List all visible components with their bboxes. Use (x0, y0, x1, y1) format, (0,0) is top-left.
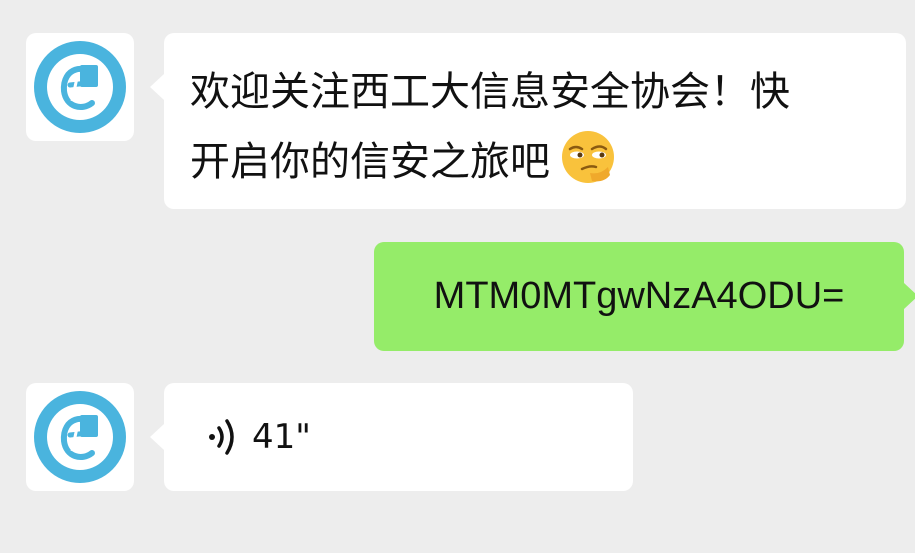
avatar[interactable] (26, 383, 134, 491)
message-text-line: 欢迎关注西工大信息安全协会！快 (190, 69, 790, 115)
association-logo-icon (34, 391, 126, 483)
chat-window: 欢迎关注西工大信息安全协会！快 开启你的信安之旅吧 MTM0MTgwNzA4OD… (0, 0, 915, 553)
message-text: MTM0MTgwNzA4ODU= (433, 275, 845, 317)
message-bubble-incoming[interactable]: 欢迎关注西工大信息安全协会！快 开启你的信安之旅吧 (164, 33, 906, 209)
avatar[interactable] (26, 33, 134, 141)
voice-wave-icon (209, 419, 234, 455)
smirk-face-emoji-icon (562, 131, 614, 183)
bubble-tail (150, 424, 164, 450)
bubble-tail (150, 74, 164, 100)
association-logo-icon (34, 41, 126, 133)
voice-duration: 41" (252, 417, 311, 457)
voice-message-bubble[interactable]: 41" (164, 383, 633, 491)
message-text-line: 开启你的信安之旅吧 (190, 127, 886, 197)
bubble-tail (904, 283, 915, 309)
message-bubble-outgoing[interactable]: MTM0MTgwNzA4ODU= (374, 242, 904, 351)
